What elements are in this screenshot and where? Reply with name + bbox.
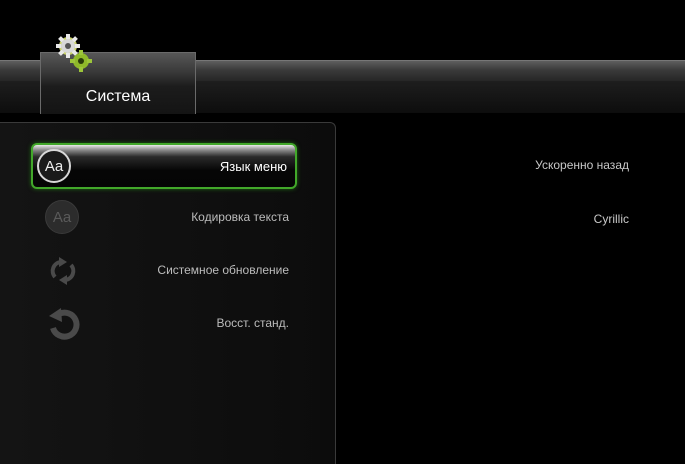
menu-item-label: Язык меню [219,159,287,174]
font-aa-icon: Aa [37,149,73,185]
menu-item-restore-defaults[interactable]: Восст. станд. [31,302,297,348]
tab-label: Система [85,88,151,105]
menu-item-label: Системное обновление [157,263,289,277]
menu-language-value: Ускоренно назад [535,158,629,172]
menu-item-label: Кодировка текста [191,210,289,224]
gear-icon [56,34,92,72]
menu-item-label: Восст. станд. [216,316,289,330]
menu-item-system-update[interactable]: Системное обновление [31,249,297,295]
font-aa-icon: Aa [45,200,81,236]
restore-arrow-icon [49,308,80,340]
refresh-arrows-icon [50,257,76,285]
text-encoding-value: Cyrillic [593,212,629,226]
menu-item-menu-language[interactable]: Aa Язык меню [31,143,297,189]
menu-item-text-encoding[interactable]: Aa Кодировка текста [31,196,297,242]
